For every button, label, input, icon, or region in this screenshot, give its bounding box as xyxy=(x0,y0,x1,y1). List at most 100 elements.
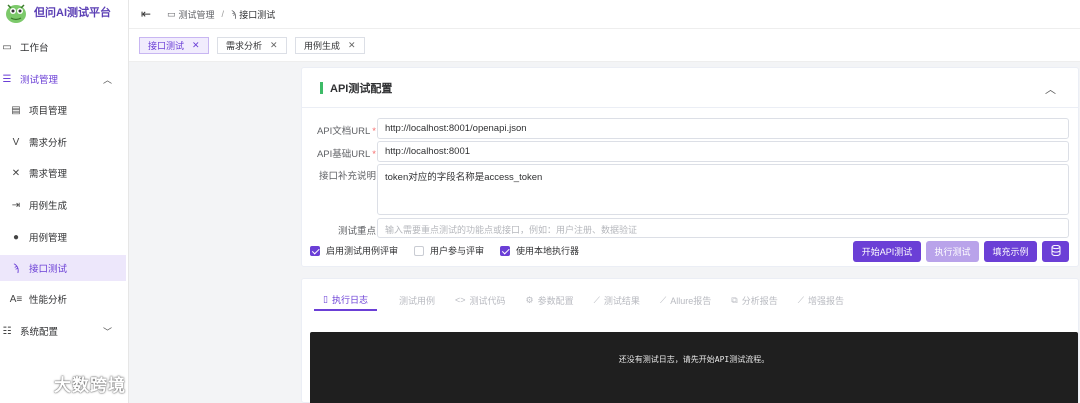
menu-fold-icon[interactable]: ⇤ xyxy=(141,7,155,21)
results-tabs: ▯ 执行日志 测试用例 <> 测试代码 ⚙ 参数配置 ⟋ 测试结果 ⟋ Allu… xyxy=(314,289,864,311)
list-icon: ▭ xyxy=(167,8,176,19)
sidebar-item-label: 测试管理 xyxy=(20,75,59,86)
trend-icon: ⟋ xyxy=(593,294,600,305)
sidebar-item-label: 系统配置 xyxy=(20,327,59,338)
tab-test-results[interactable]: ⟋ 测试结果 xyxy=(594,289,640,311)
options-checkboxes: 启用测试用例评审 用户参与评审 使用本地执行器 xyxy=(310,244,595,257)
sidebar-item-projects[interactable]: ▤ 项目管理 xyxy=(0,97,126,123)
gear-icon: ⚙ xyxy=(525,294,534,305)
breadcrumb: ▭ 测试管理 / ϡ 接口测试 xyxy=(167,8,275,21)
tab-label: 执行日志 xyxy=(331,294,368,305)
sidebar-item-label: 接口测试 xyxy=(29,264,68,275)
dino-logo-icon xyxy=(2,0,32,24)
tab-analysis-report[interactable]: ⧉ 分析报告 xyxy=(731,289,777,311)
close-icon[interactable]: ✕ xyxy=(348,40,356,51)
sidebar-item-label: 用例管理 xyxy=(29,233,68,244)
local-executor-checkbox[interactable]: 使用本地执行器 xyxy=(500,244,579,257)
sidebar-item-label: 项目管理 xyxy=(29,106,68,117)
close-icon[interactable]: ✕ xyxy=(192,40,200,51)
checkbox-checked[interactable] xyxy=(500,245,511,256)
tab-label: 分析报告 xyxy=(741,295,778,306)
card-title: API测试配置 xyxy=(330,82,393,95)
chevron-down-icon: ﹀ xyxy=(102,326,112,337)
breadcrumb-separator: / xyxy=(221,9,225,19)
results-card: ▯ 执行日志 测试用例 <> 测试代码 ⚙ 参数配置 ⟋ 测试结果 ⟋ Allu… xyxy=(301,278,1079,403)
sidebar-item-label: 需求管理 xyxy=(29,169,68,180)
tab-label: 增强报告 xyxy=(808,295,845,306)
chevron-up-icon[interactable]: ︿ xyxy=(1045,81,1056,97)
checkbox-label: 启用测试用例评审 xyxy=(326,246,399,256)
checkbox-unchecked[interactable] xyxy=(414,245,425,256)
tab-test-code[interactable]: <> 测试代码 xyxy=(455,289,506,311)
api-icon: ϡ xyxy=(13,262,19,274)
watermark-logo-icon xyxy=(8,370,50,397)
code-icon: <> xyxy=(454,295,466,305)
tab-case-generation[interactable]: 用例生成 ✕ xyxy=(295,37,365,54)
watermark-text: 大数跨境 xyxy=(54,376,126,395)
sidebar-item-requirement-management[interactable]: ✕ 需求管理 xyxy=(0,160,126,186)
sidebar-item-system-config[interactable]: ☷ 系统配置 ﹀ xyxy=(0,318,126,344)
title-accent-bar xyxy=(320,81,323,94)
tab-allure-report[interactable]: ⟋ Allure报告 xyxy=(660,289,711,311)
checkbox-checked[interactable] xyxy=(310,245,320,256)
sidebar-item-performance[interactable]: A≡ 性能分析 xyxy=(0,286,126,312)
breadcrumb-current: 接口测试 xyxy=(239,9,276,20)
focus-label: 测试重点 xyxy=(337,226,376,237)
config-icon: ☷ xyxy=(2,325,12,337)
requirements-icon: ✕ xyxy=(11,167,21,179)
database-icon xyxy=(1051,244,1061,258)
doc-url-input[interactable]: http://localhost:8001/openapi.json xyxy=(377,118,1069,139)
tab-execution-log[interactable]: ▯ 执行日志 xyxy=(314,289,377,311)
document-icon: ▯ xyxy=(323,293,328,304)
tab-label: 参数配置 xyxy=(537,295,574,306)
focus-input[interactable]: 输入需要重点测试的功能点或接口，例如：用户注册、数据验证 xyxy=(377,218,1069,238)
card-header: API测试配置 ︿ xyxy=(302,68,1078,108)
tab-label: 测试代码 xyxy=(469,295,506,306)
trend-icon: ⟋ xyxy=(659,294,667,305)
chevron-up-icon: ︿ xyxy=(102,74,112,85)
copy-icon: ⧉ xyxy=(731,294,738,305)
checkbox-label: 用户参与评审 xyxy=(430,246,485,256)
database-button[interactable] xyxy=(1042,241,1069,262)
doc-url-label: API文档URL * xyxy=(316,126,376,137)
tabs-bar: 接口测试 ✕ 需求分析 ✕ 用例生成 ✕ xyxy=(129,29,1080,62)
sidebar-item-test-management[interactable]: ☰ 测试管理 ︿ xyxy=(0,66,126,92)
trend-icon: ⟋ xyxy=(797,294,805,305)
checkbox-label: 使用本地执行器 xyxy=(516,246,580,256)
tab-param-config[interactable]: ⚙ 参数配置 xyxy=(526,289,574,311)
tab-label: 测试结果 xyxy=(603,295,640,306)
enable-review-checkbox[interactable]: 启用测试用例评审 xyxy=(310,244,398,257)
performance-icon: A≡ xyxy=(9,293,23,305)
tab-label: 需求分析 xyxy=(226,41,263,51)
execute-test-button[interactable]: 执行测试 xyxy=(926,241,979,262)
breadcrumb-parent[interactable]: 测试管理 xyxy=(179,8,215,21)
sidebar-item-case-generation[interactable]: ⇥ 用例生成 xyxy=(0,192,126,218)
api-test-config-card: API测试配置 ︿ API文档URL * http://localhost:800… xyxy=(301,67,1079,267)
sidebar-item-requirement-analysis[interactable]: V 需求分析 xyxy=(0,129,126,155)
close-icon[interactable]: ✕ xyxy=(270,40,278,51)
app-logo[interactable]: 但问AI测试平台 xyxy=(0,0,111,24)
base-url-input[interactable]: http://localhost:8001 xyxy=(377,141,1069,162)
console-message: 还没有测试日志，请先开始API测试流程。 xyxy=(618,355,770,364)
start-api-test-button[interactable]: 开始API测试 xyxy=(853,241,921,262)
notes-textarea[interactable]: token对应的字段名称是access_token xyxy=(377,164,1069,215)
analysis-icon: V xyxy=(12,136,20,148)
tab-label: 接口测试 xyxy=(148,41,185,51)
tab-test-cases[interactable]: 测试用例 xyxy=(399,289,435,311)
sidebar-item-workbench[interactable]: ▭ 工作台 xyxy=(0,34,126,60)
sidebar-item-label: 用例生成 xyxy=(29,201,68,212)
sidebar-item-label: 工作台 xyxy=(20,43,49,54)
sidebar-item-api-test[interactable]: ϡ 接口测试 xyxy=(0,255,126,281)
pin-icon: ● xyxy=(12,231,20,243)
tab-api-test[interactable]: 接口测试 ✕ xyxy=(139,37,209,54)
tab-enhanced-report[interactable]: ⟋ 增强报告 xyxy=(798,289,844,311)
project-icon: ▤ xyxy=(11,104,21,116)
tab-requirement-analysis[interactable]: 需求分析 ✕ xyxy=(217,37,287,54)
log-console: 还没有测试日志，请先开始API测试流程。 xyxy=(310,332,1078,403)
user-review-checkbox[interactable]: 用户参与评审 xyxy=(414,244,484,257)
sidebar-item-case-management[interactable]: ● 用例管理 xyxy=(0,224,126,250)
api-icon: ϡ xyxy=(231,9,237,19)
fill-example-button[interactable]: 填充示例 xyxy=(984,241,1037,262)
top-header: ⇤ ▭ 测试管理 / ϡ 接口测试 xyxy=(129,0,1080,29)
list-icon: ☰ xyxy=(2,73,12,85)
